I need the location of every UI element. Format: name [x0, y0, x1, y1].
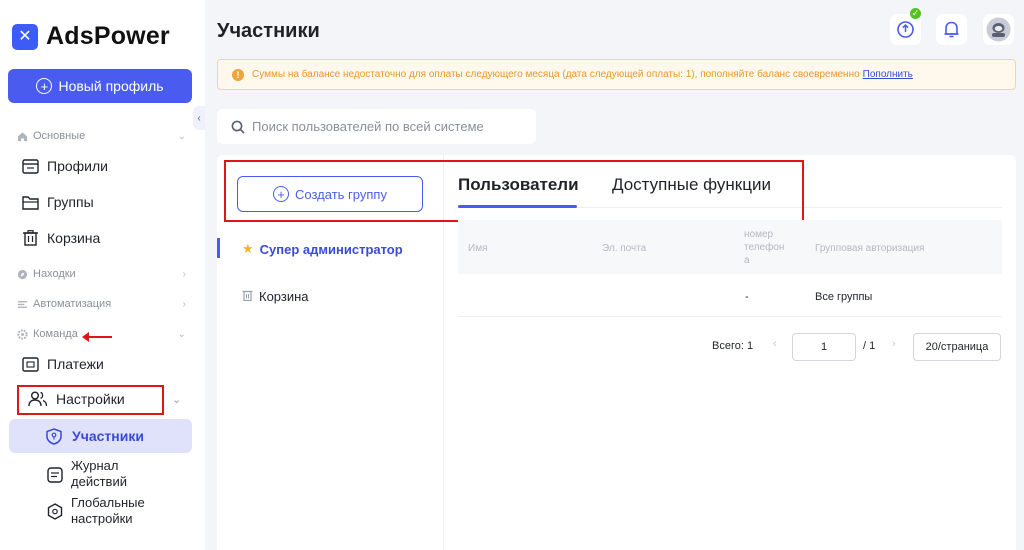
star-icon: ★: [242, 241, 254, 256]
annotation-arrow: [82, 332, 112, 342]
column-header-group-auth[interactable]: Групповая авторизация: [815, 242, 924, 255]
shield-icon: [46, 428, 62, 445]
journal-icon: [47, 466, 63, 483]
chevron-down-icon: ⌄: [177, 328, 186, 340]
sidebar-section-label: Команда: [33, 328, 78, 340]
sidebar-item-label: Корзина: [47, 230, 101, 246]
trash-icon: [23, 230, 38, 246]
app-logo[interactable]: ✕ AdsPower: [12, 22, 170, 51]
table-row-divider: [458, 316, 1002, 317]
notifications-button[interactable]: [936, 14, 967, 45]
balance-warning-banner: ! Суммы на балансе недостаточно для опла…: [217, 59, 1016, 90]
top-up-link[interactable]: Пополнить: [863, 69, 913, 80]
group-item-super-admin[interactable]: ★ Супер администратор: [242, 241, 403, 257]
sidebar-item-trash[interactable]: Корзина: [22, 230, 100, 246]
plus-circle-icon: +: [36, 78, 53, 94]
sidebar-item-groups[interactable]: Группы: [22, 194, 94, 210]
avatar: [986, 17, 1011, 42]
pagination-page-input[interactable]: 1: [792, 333, 856, 361]
sidebar-item-profiles[interactable]: Профили: [22, 158, 108, 174]
app-name: AdsPower: [46, 22, 170, 50]
sync-icon: [897, 21, 914, 38]
sidebar-subitem-label-line2: действий: [71, 474, 127, 489]
chevron-down-icon: ⌄: [177, 130, 186, 142]
sync-button[interactable]: ✓: [890, 7, 922, 45]
sidebar-collapse-button[interactable]: ‹: [193, 106, 205, 130]
active-group-indicator: [217, 238, 220, 258]
group-label: Супер администратор: [259, 241, 403, 257]
gear-icon: [16, 328, 28, 340]
pagination-page-count: / 1: [863, 340, 876, 352]
annotation-highlight-tabs: [224, 160, 804, 222]
sidebar-item-payments[interactable]: Платежи: [22, 356, 104, 372]
sidebar-item-label: Платежи: [47, 356, 104, 372]
sidebar-section-team[interactable]: Команда ⌄: [16, 326, 186, 342]
chevron-right-icon: ›: [182, 268, 186, 280]
table-cell-phone: -: [745, 291, 749, 303]
trash-icon: [242, 289, 253, 304]
sidebar-subitem-label-line2: настройки: [71, 511, 133, 526]
chevron-right-icon: ›: [182, 298, 186, 310]
sidebar-section-label: Основные: [33, 130, 86, 142]
search-input[interactable]: [252, 119, 522, 134]
avatar-button[interactable]: [983, 14, 1014, 45]
pagination-prev-button[interactable]: ‹: [773, 338, 777, 350]
sidebar-subitem-journal[interactable]: Журнал действий: [47, 458, 127, 490]
group-label: Корзина: [259, 289, 309, 304]
sidebar-subitem-global-settings[interactable]: Глобальные настройки: [47, 495, 145, 527]
balance-warning-text: Суммы на балансе недостаточно для оплаты…: [252, 69, 860, 80]
sidebar-subitem-label-line1: Глобальные: [71, 495, 145, 510]
sidebar-item-label: Профили: [47, 158, 108, 174]
search-icon: [231, 120, 245, 134]
home-icon: [16, 130, 28, 142]
column-header-phone-line1: номер: [744, 229, 774, 240]
sidebar-section-basic[interactable]: Основные ⌄: [16, 128, 186, 144]
folder-open-icon: [22, 195, 39, 210]
sidebar-item-label: Группы: [47, 194, 94, 210]
pagination-next-button[interactable]: ›: [892, 338, 896, 350]
sidebar-section-label: Автоматизация: [33, 298, 112, 310]
sidebar-item-settings[interactable]: Настройки: [28, 391, 125, 407]
new-profile-button[interactable]: + Новый профиль: [8, 69, 192, 103]
new-profile-label: Новый профиль: [58, 78, 164, 94]
pagination-page-size-select[interactable]: 20/страница: [913, 333, 1001, 361]
pagination-total: Всего: 1: [712, 340, 754, 352]
wallet-icon: [22, 356, 39, 372]
column-header-phone-line3: а: [744, 255, 750, 266]
hexagon-settings-icon: [47, 502, 63, 520]
adspower-logo-icon: ✕: [12, 23, 38, 50]
sidebar-subitem-members[interactable]: Участники: [9, 419, 192, 453]
sidebar-subitem-label: Участники: [72, 428, 144, 444]
sidebar-section-label: Находки: [33, 268, 76, 280]
column-header-phone-line2: телефон: [744, 242, 785, 253]
sidebar-item-label: Настройки: [56, 391, 125, 407]
users-icon: [28, 391, 48, 407]
user-search[interactable]: [217, 109, 536, 144]
warning-icon: !: [232, 68, 244, 81]
page-title: Участники: [217, 20, 320, 42]
folder-icon: [22, 158, 39, 174]
check-badge-icon: ✓: [909, 7, 922, 20]
bell-icon: [944, 21, 959, 38]
column-header-phone[interactable]: номер телефон а: [744, 228, 784, 267]
sidebar-section-automation[interactable]: Автоматизация ›: [16, 296, 186, 312]
sidebar-section-finds[interactable]: Находки ›: [16, 266, 186, 282]
group-item-trash[interactable]: Корзина: [242, 289, 309, 304]
column-header-email[interactable]: Эл. почта: [602, 242, 646, 255]
automation-icon: [16, 298, 28, 310]
compass-icon: [16, 268, 28, 280]
table-cell-group-auth: Все группы: [815, 291, 873, 303]
chevron-down-icon[interactable]: ⌄: [172, 393, 181, 406]
sidebar-subitem-label-line1: Журнал: [71, 458, 119, 473]
column-header-name[interactable]: Имя: [468, 242, 487, 255]
